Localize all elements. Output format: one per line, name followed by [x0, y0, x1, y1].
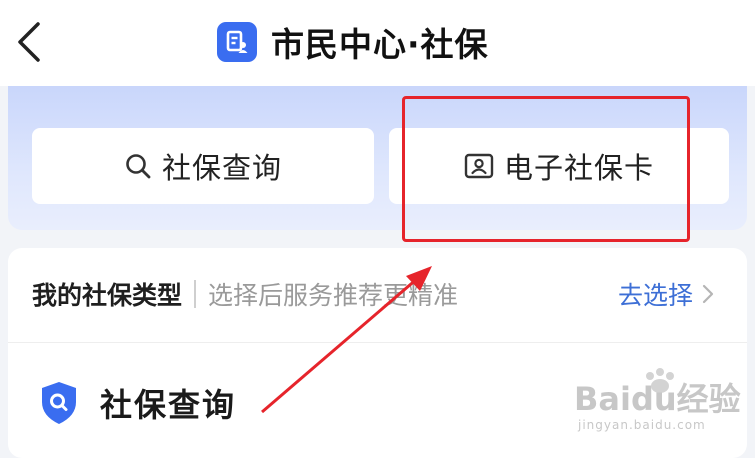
watermark-brand: Baidu经验 — [574, 380, 741, 418]
watermark: Baidu经验 jingyan.baidu.com — [572, 362, 752, 442]
watermark-url: jingyan.baidu.com — [578, 418, 706, 432]
baidu-logo-icon: Baidu经验 — [574, 368, 741, 418]
